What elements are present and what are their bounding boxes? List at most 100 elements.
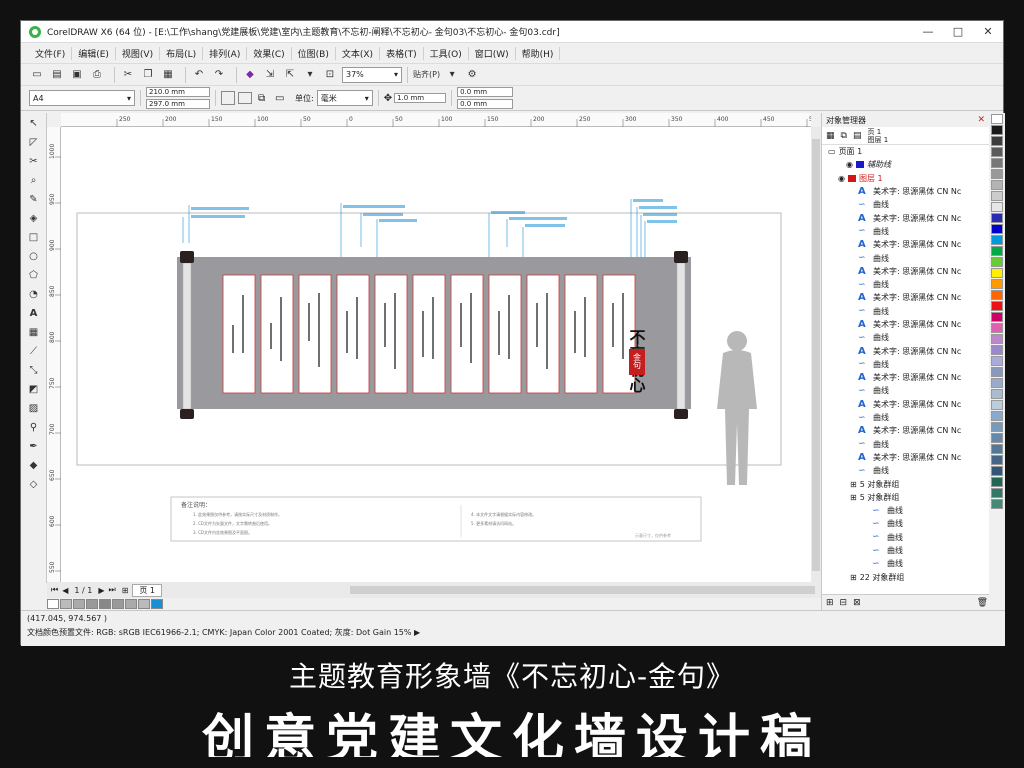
new-icon[interactable]: ▭: [29, 67, 45, 83]
connector-tool-icon[interactable]: ⤡: [23, 362, 45, 379]
color-swatch[interactable]: [991, 323, 1003, 333]
show-properties-icon[interactable]: ▦: [826, 131, 835, 141]
object-tree-row[interactable]: ∽ 曲线: [828, 531, 989, 544]
object-tree-row[interactable]: ∽ 曲线: [828, 305, 989, 318]
freehand-tool-icon[interactable]: ✎: [23, 191, 45, 208]
zoom-tool-icon[interactable]: ⌕: [23, 172, 45, 189]
object-tree-row[interactable]: A 美术字: 思源黑体 CN Nc: [828, 185, 989, 198]
document-color-swatch[interactable]: [112, 599, 124, 609]
launcher-icon[interactable]: ◆: [242, 67, 258, 83]
menu-view[interactable]: 视图(V): [116, 46, 161, 60]
object-tree-row[interactable]: A 美术字: 思源黑体 CN Nc: [828, 398, 989, 411]
object-tree-row[interactable]: ∽ 曲线: [828, 517, 989, 530]
polygon-tool-icon[interactable]: ⬠: [23, 267, 45, 284]
portrait-icon[interactable]: [221, 91, 235, 105]
document-color-swatch[interactable]: [151, 599, 163, 609]
object-tree-row[interactable]: ∽ 曲线: [828, 198, 989, 211]
menu-window[interactable]: 窗口(W): [469, 46, 516, 60]
zoom-level-select[interactable]: 37% ▾: [342, 66, 402, 83]
layer-manager-icon[interactable]: ▤: [853, 131, 862, 141]
color-swatch[interactable]: [991, 279, 1003, 289]
add-page-icon[interactable]: ⊞: [122, 586, 129, 595]
basic-shapes-icon[interactable]: ◔: [23, 286, 45, 303]
object-tree-row[interactable]: ⊞ 5 对象群组: [828, 477, 989, 490]
last-page-icon[interactable]: ⏭: [108, 585, 115, 595]
color-swatch[interactable]: [991, 301, 1003, 311]
document-color-swatch[interactable]: [47, 599, 59, 609]
document-color-swatch[interactable]: [99, 599, 111, 609]
color-swatch[interactable]: [991, 499, 1003, 509]
minimize-button[interactable]: —: [913, 21, 943, 43]
publish-pdf-icon[interactable]: ▾: [302, 67, 318, 83]
chevron-down-icon[interactable]: ▾: [444, 67, 460, 83]
object-tree-row[interactable]: A 美术字: 思源黑体 CN Nc: [828, 318, 989, 331]
pick-tool-icon[interactable]: ↖: [23, 115, 45, 132]
color-swatch[interactable]: [991, 411, 1003, 421]
menu-tools[interactable]: 工具(O): [424, 46, 469, 60]
export-icon[interactable]: ⇱: [282, 67, 298, 83]
next-page-icon[interactable]: ▶: [98, 586, 104, 595]
color-swatch[interactable]: [991, 235, 1003, 245]
menu-arrange[interactable]: 排列(A): [203, 46, 248, 60]
menu-effects[interactable]: 效果(C): [247, 46, 292, 60]
menu-text[interactable]: 文本(X): [336, 46, 381, 60]
object-tree-row[interactable]: A 美术字: 思源黑体 CN Nc: [828, 211, 989, 224]
table-tool-icon[interactable]: ▦: [23, 324, 45, 341]
units-select[interactable]: 毫米 ▾: [316, 90, 373, 106]
page-width-input[interactable]: 210.0 mm: [146, 87, 210, 97]
object-tree-row[interactable]: A 美术字: 思源黑体 CN Nc: [828, 371, 989, 384]
menu-layout[interactable]: 布局(L): [160, 46, 204, 60]
object-tree-row[interactable]: A 美术字: 思源黑体 CN Nc: [828, 291, 989, 304]
object-tree-row[interactable]: ∽ 曲线: [828, 251, 989, 264]
color-swatch[interactable]: [991, 378, 1003, 388]
object-tree-row[interactable]: ∽ 曲线: [828, 225, 989, 238]
copy-icon[interactable]: ❐: [140, 67, 156, 83]
print-icon[interactable]: ⎙: [89, 67, 105, 83]
color-swatch[interactable]: [991, 345, 1003, 355]
blend-tool-icon[interactable]: ◩: [23, 381, 45, 398]
crop-tool-icon[interactable]: ✂: [23, 153, 45, 170]
interactive-fill-icon[interactable]: ◇: [23, 476, 45, 493]
color-swatch[interactable]: [991, 389, 1003, 399]
document-color-swatch[interactable]: [60, 599, 72, 609]
color-swatch[interactable]: [991, 147, 1003, 157]
options-icon[interactable]: ⚙: [464, 67, 480, 83]
object-tree-row[interactable]: ∽ 曲线: [828, 438, 989, 451]
color-swatch[interactable]: [991, 268, 1003, 278]
color-swatch[interactable]: [991, 488, 1003, 498]
object-tree-row[interactable]: ∽ 曲线: [828, 557, 989, 570]
import-icon[interactable]: ⇲: [262, 67, 278, 83]
color-swatch[interactable]: [991, 477, 1003, 487]
object-tree-row[interactable]: A 美术字: 思源黑体 CN Nc: [828, 238, 989, 251]
color-profile-info[interactable]: 文档颜色预置文件: RGB: sRGB IEC61966-2.1; CMYK: …: [27, 627, 999, 638]
document-color-swatch[interactable]: [138, 599, 150, 609]
color-swatch[interactable]: [991, 224, 1003, 234]
dimension-tool-icon[interactable]: ⟋: [23, 343, 45, 360]
object-tree-row[interactable]: A 美术字: 思源黑体 CN Nc: [828, 451, 989, 464]
object-tree-row[interactable]: A 美术字: 思源黑体 CN Nc: [828, 265, 989, 278]
snap-to-button[interactable]: 贴齐(P): [413, 67, 440, 83]
color-swatch[interactable]: [991, 334, 1003, 344]
eyedropper-tool-icon[interactable]: ⚲: [23, 419, 45, 436]
maximize-button[interactable]: □: [943, 21, 973, 43]
color-swatch[interactable]: [991, 213, 1003, 223]
object-tree-row[interactable]: ⊞ 5 对象群组: [828, 491, 989, 504]
text-tool-icon[interactable]: A: [23, 305, 45, 322]
object-tree-row[interactable]: ∽ 曲线: [828, 464, 989, 477]
zoom-to-page-icon[interactable]: ⊡: [322, 67, 338, 83]
shape-tool-icon[interactable]: ◸: [23, 134, 45, 151]
new-master-layer-icon[interactable]: ⊟: [840, 598, 848, 608]
object-tree-row[interactable]: A 美术字: 思源黑体 CN Nc: [828, 424, 989, 437]
object-tree-row[interactable]: A 美术字: 思源黑体 CN Nc: [828, 344, 989, 357]
all-pages-icon[interactable]: ⧉: [258, 93, 272, 104]
color-swatch[interactable]: [991, 367, 1003, 377]
smart-fill-icon[interactable]: ◈: [23, 210, 45, 227]
close-docker-icon[interactable]: ✕: [977, 115, 985, 125]
page-height-input[interactable]: 297.0 mm: [146, 99, 210, 109]
delete-icon[interactable]: 🗑: [977, 598, 988, 608]
object-tree-row[interactable]: ∽ 曲线: [828, 384, 989, 397]
color-swatch[interactable]: [991, 466, 1003, 476]
rectangle-tool-icon[interactable]: □: [23, 229, 45, 246]
color-swatch[interactable]: [991, 444, 1003, 454]
color-swatch[interactable]: [991, 455, 1003, 465]
